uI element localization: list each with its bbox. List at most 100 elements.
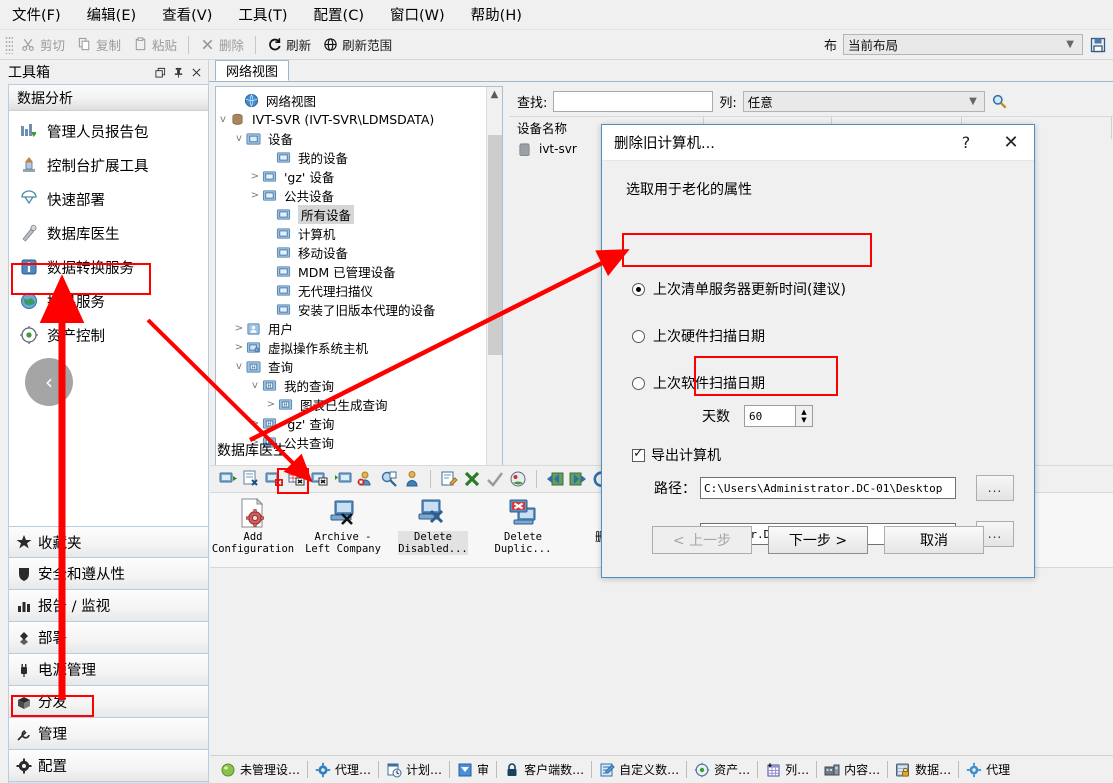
radio-button[interactable] [632,377,645,390]
check-icon[interactable] [485,469,505,489]
status-item-audit[interactable]: 审 [457,761,489,778]
sidebar-item-security[interactable]: 安全和遵从性 [8,558,209,590]
search-input[interactable] [553,91,713,112]
refresh-scope-button[interactable]: 刷新范围 [317,33,398,56]
status-item-agent2[interactable]: 代理 [966,761,1010,778]
tree-node-server[interactable]: v IVT-SVR (IVT-SVR\LDMSDATA) [216,110,502,129]
pin-icon[interactable] [173,67,184,78]
icon-cell-add-configuration[interactable]: Add Configuration [210,497,296,555]
restore-icon[interactable] [155,67,166,78]
status-item-asset[interactable]: 资产… [694,761,750,778]
tree-node-agentless-scanner[interactable]: 无代理扫描仪 [216,281,502,300]
status-item-schedule[interactable]: 计划… [386,761,442,778]
archive-device-icon[interactable] [310,469,330,489]
tree-node-all-devices[interactable]: 所有设备 [216,205,502,224]
delete-button[interactable]: 删除 [194,33,250,56]
save-layout-button[interactable] [1089,36,1107,54]
status-item-agent[interactable]: 代理… [315,761,371,778]
tree-expander[interactable]: v [232,133,246,144]
globe-scan-icon[interactable] [508,469,528,489]
tree-expander[interactable]: v [248,380,262,391]
paste-button[interactable]: 粘贴 [127,33,183,56]
remove-icon[interactable] [462,469,482,489]
tree-node-users[interactable]: > 用户 [216,319,502,338]
radio-last-invent ory-update[interactable]: 上次清单服务器更新时间(建议) [632,279,846,299]
tree-expander[interactable]: v [216,114,230,125]
tree-node-devices[interactable]: v 设备 [216,129,502,148]
refresh-button[interactable]: 刷新 [261,33,317,56]
status-item-data[interactable]: 数据… [895,761,951,778]
status-item-client-count[interactable]: 客户端数… [504,761,584,778]
tool-item-asset-control[interactable]: 资产控制 [9,318,208,352]
menu-item-edit[interactable]: 编辑(E) [87,4,136,25]
sidebar-item-deployment[interactable]: 部署 [8,622,209,654]
tree-node-my-devices[interactable]: 我的设备 [216,148,502,167]
cut-button[interactable]: 剪切 [15,33,71,56]
menu-item-file[interactable]: 文件(F) [12,4,61,25]
tree-node-my-queries[interactable]: v H 我的查询 [216,376,502,395]
tree-expander[interactable]: > [232,342,246,353]
previous-button[interactable]: < 上一步 [652,526,752,554]
menu-item-window[interactable]: 窗口(W) [390,4,445,25]
status-item-unmanaged-device[interactable]: 未管理设… [220,761,300,778]
path-input[interactable]: C:\Users\Administrator.DC-01\Desktop [700,477,956,499]
help-icon[interactable]: ? [944,133,988,152]
tool-item-quick-deploy[interactable]: 快速部署 [9,182,208,216]
status-item-content[interactable]: 内容… [824,761,880,778]
close-icon[interactable] [191,67,202,78]
sidebar-item-configuration[interactable]: 配置 [8,750,209,782]
icon-cell-delete-duplicate[interactable]: Delete Duplic... [480,497,566,555]
radio-last-software-scan[interactable]: 上次软件扫描日期 [632,373,765,393]
tree-node-gz-queries[interactable]: > H 'gz' 查询 [216,414,502,433]
layout-select[interactable]: 当前布局 ▼ [843,34,1083,55]
tool-item-report-pack[interactable]: 管理人员报告包 [9,114,208,148]
tree-expander[interactable]: v [232,361,246,372]
menu-item-configure[interactable]: 配置(C) [314,4,364,25]
radio-last-hardware-scan[interactable]: 上次硬件扫描日期 [632,326,765,346]
icon-cell-delete-disabled[interactable]: Delete Disabled... [390,497,476,555]
tree-vertical-scrollbar[interactable]: ▲ ▼ [486,87,502,485]
close-icon[interactable]: ✕ [988,132,1034,153]
tree-node-legacy-agent-devices[interactable]: 安装了旧版本代理的设备 [216,300,502,319]
days-spinner[interactable]: 60 [744,405,796,427]
tree-expander[interactable]: > [248,190,262,201]
tree-expander[interactable]: > [232,323,246,334]
tool-item-data-transform-service[interactable]: 数据转换服务 [9,250,208,284]
tree-expander[interactable]: > [248,418,262,429]
spinner-up-icon[interactable]: ▲ [801,408,806,416]
spinner-down-icon[interactable]: ▼ [801,416,806,424]
tree-node-queries[interactable]: v H 查询 [216,357,502,376]
status-item-custom-data[interactable]: 自定义数… [599,761,679,778]
menu-item-tools[interactable]: 工具(T) [238,4,287,25]
sidebar-item-power[interactable]: 电源管理 [8,654,209,686]
tree-node-mobile-devices[interactable]: 移动设备 [216,243,502,262]
delete-user-icon[interactable] [356,469,376,489]
tool-item-discovery-service[interactable]: 搜寻服务 [9,284,208,318]
export-computers-checkbox[interactable]: 导出计算机 [632,445,721,465]
path-browse-button[interactable]: ... [976,475,1014,501]
status-item-columns[interactable]: 列… [765,761,809,778]
column-select[interactable]: 任意 ▼ [743,91,985,112]
radio-button[interactable] [632,330,645,343]
tree-node-network-view[interactable]: 网络视图 [216,91,502,110]
inspect-icon[interactable] [379,469,399,489]
menu-item-view[interactable]: 查看(V) [162,4,212,25]
cancel-button[interactable]: 取消 [884,526,984,554]
toolbar-grip[interactable] [5,36,13,54]
tree-node-computers[interactable]: 计算机 [216,224,502,243]
person-icon[interactable] [402,469,422,489]
icon-cell-archive-left-company[interactable]: Archive - Left Company [300,497,386,555]
tree-expander[interactable]: > [264,399,278,410]
tree-node-chart-generated-queries[interactable]: > H 图表已生成查询 [216,395,502,414]
forward-icon[interactable] [568,469,588,489]
magnifier-icon[interactable] [991,93,1008,110]
sidebar-item-distribution[interactable]: 分发 [8,686,209,718]
tree-node-public-devices[interactable]: > 公共设备 [216,186,502,205]
copy-button[interactable]: 复制 [71,33,127,56]
menu-item-help[interactable]: 帮助(H) [471,4,522,25]
tool-item-console-extension[interactable]: 控制台扩展工具 [9,148,208,182]
scrollbar-thumb[interactable] [488,135,502,355]
tree-node-virtual-os-hosts[interactable]: > 虚拟操作系统主机 [216,338,502,357]
next-button[interactable]: 下一步 > [768,526,868,554]
sidebar-item-reports[interactable]: 报告 / 监视 [8,590,209,622]
